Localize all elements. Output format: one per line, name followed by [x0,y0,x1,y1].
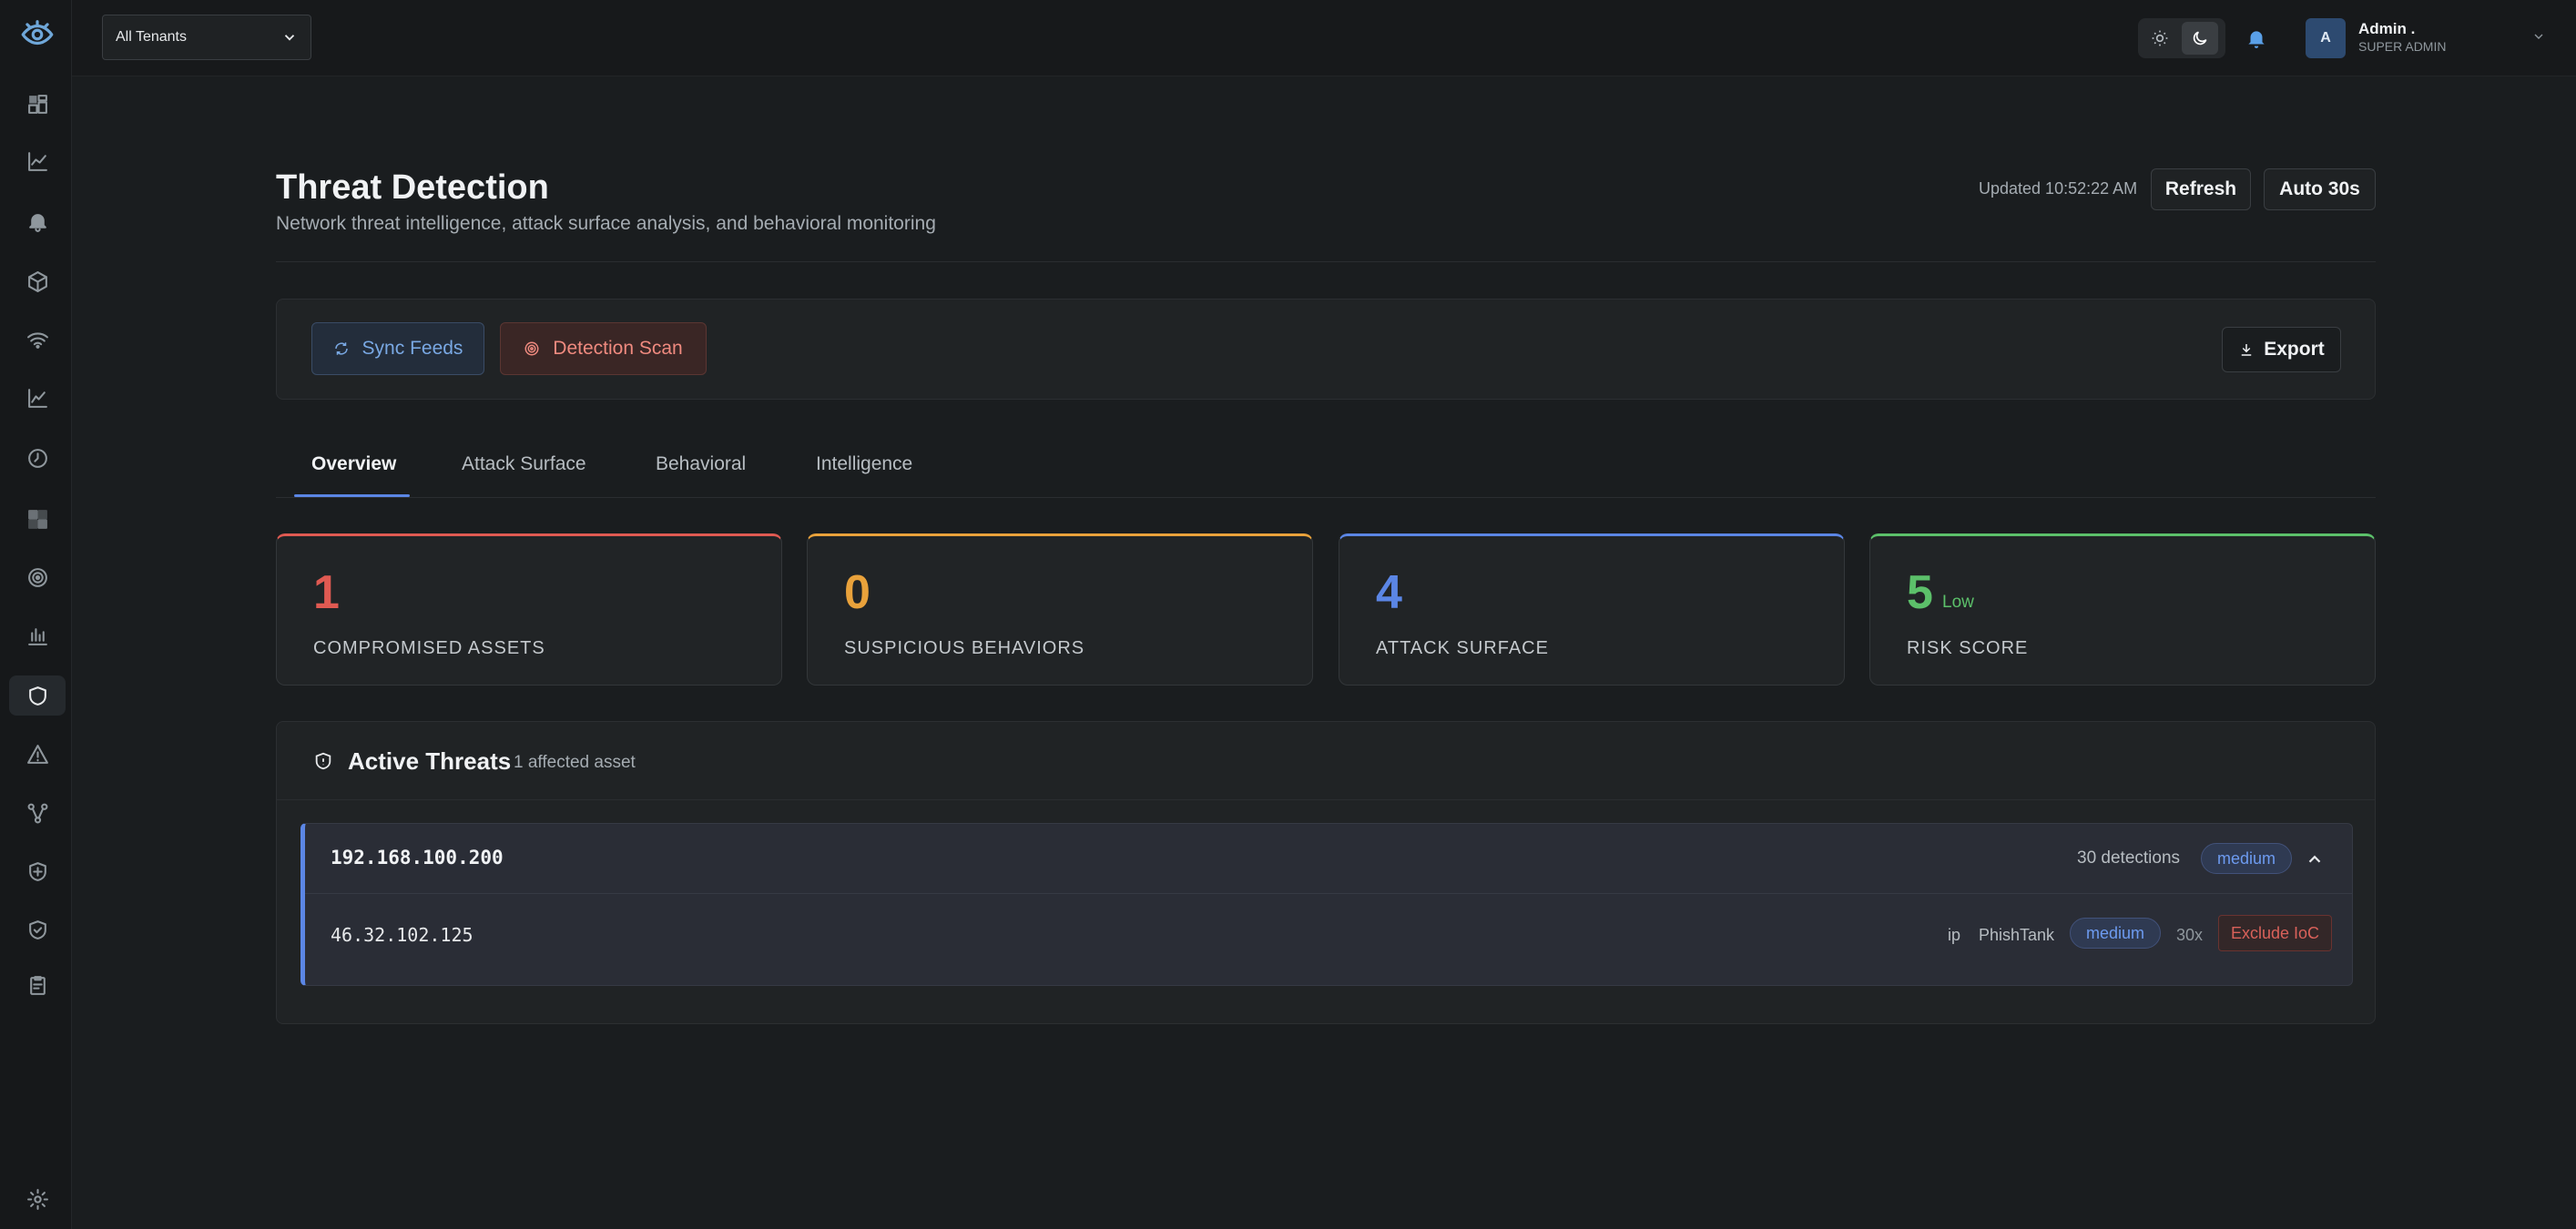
sync-icon [334,342,348,355]
page-title: Threat Detection [276,168,549,207]
page-subtitle: Network threat intelligence, attack surf… [276,213,936,234]
stat-card-compromised-assets[interactable]: 1 COMPROMISED ASSETS [276,533,782,686]
dark-mode-moon-icon[interactable] [2182,22,2218,55]
topology-nodes-icon[interactable] [9,793,66,833]
stat-value: 5 [1907,566,1933,619]
ioc-severity-badge: medium [2070,918,2161,949]
stat-value: 4 [1376,566,1402,619]
stat-card-risk-score[interactable]: 5 Low RISK SCORE [1869,533,2376,686]
export-label: Export [2264,339,2325,360]
sidebar [0,0,72,1229]
avatar[interactable]: A [2306,18,2346,58]
ioc-type: ip [1948,926,1961,944]
user-name[interactable]: Admin . [2358,20,2415,38]
tenant-select-value: All Tenants [116,29,187,45]
stat-value: 1 [313,566,340,619]
stat-label: COMPROMISED ASSETS [313,638,545,658]
header-divider [276,261,2376,262]
chevron-down-icon [284,35,295,41]
asset-row-divider [305,893,2352,894]
last-updated-text: Updated 10:52:22 AM [1979,179,2138,198]
threat-detection-shield-icon[interactable] [9,675,66,716]
user-menu-chevron-icon[interactable] [2531,29,2546,44]
stat-value: 0 [844,566,871,619]
tenant-select[interactable]: All Tenants [102,15,311,60]
light-mode-sun-icon[interactable] [2142,22,2178,55]
stat-card-suspicious-behaviors[interactable]: 0 SUSPICIOUS BEHAVIORS [807,533,1313,686]
dashboard-icon[interactable] [9,84,66,124]
security-policy-shield-icon[interactable] [9,851,66,891]
sync-feeds-button[interactable]: Sync Feeds [311,322,484,375]
alerts-bell-icon[interactable] [9,201,66,241]
warning-triangle-icon[interactable] [9,734,66,774]
stat-label: RISK SCORE [1907,638,2029,658]
shield-alert-icon [315,752,331,770]
detection-scan-button[interactable]: Detection Scan [500,322,707,375]
threats-header-divider [277,799,2375,800]
theme-toggle [2138,18,2225,58]
detection-scan-label: Detection Scan [553,338,683,359]
target-icon [524,341,539,356]
threat-asset-card[interactable]: 192.168.100.200 30 detections medium 46.… [300,823,2353,986]
exclude-ioc-button[interactable]: Exclude IoC [2218,915,2332,951]
tab-overview[interactable]: Overview [311,453,396,475]
affected-asset-count: 1 affected asset [514,753,636,772]
chevron-up-icon[interactable] [2305,849,2325,869]
stat-label: SUSPICIOUS BEHAVIORS [844,638,1085,658]
stat-card-attack-surface[interactable]: 4 ATTACK SURFACE [1339,533,1845,686]
radar-target-icon[interactable] [9,557,66,597]
tab-attack-surface[interactable]: Attack Surface [462,453,586,475]
download-icon [2241,344,2252,356]
compliance-shield-check-icon[interactable] [9,909,66,950]
sync-feeds-label: Sync Feeds [361,338,463,359]
export-button[interactable]: Export [2222,327,2341,372]
action-bar: Sync Feeds Detection Scan Export [276,299,2376,400]
auto-refresh-button[interactable]: Auto 30s [2264,168,2376,210]
severity-badge: medium [2201,843,2292,874]
ioc-ip: 46.32.102.125 [331,924,473,946]
active-threats-title: Active Threats [348,747,512,775]
history-clock-icon[interactable] [9,438,66,478]
settings-gear-icon[interactable] [9,1179,66,1219]
notifications-bell-icon[interactable] [2238,20,2275,56]
analytics-icon[interactable] [9,141,66,181]
risk-level-text: Low [1942,593,1974,612]
reports-bar-chart-icon[interactable] [9,615,66,655]
ioc-source: PhishTank [1979,926,2055,944]
eye-logo-icon[interactable] [9,15,66,55]
assets-cube-icon[interactable] [9,261,66,301]
refresh-button[interactable]: Refresh [2151,168,2251,210]
stat-label: ATTACK SURFACE [1376,638,1549,658]
asset-ip: 192.168.100.200 [331,847,504,868]
active-threats-panel: Active Threats 1 affected asset 192.168.… [276,721,2376,1024]
tab-intelligence[interactable]: Intelligence [816,453,912,475]
ioc-hit-count: 30x [2176,926,2204,944]
tabs-divider [276,497,2376,498]
asset-detection-count: 30 detections [2077,848,2181,868]
user-role: SUPER ADMIN [2358,39,2447,54]
audit-clipboard-icon[interactable] [9,965,66,1005]
network-wifi-icon[interactable] [9,320,66,360]
trends-chart-icon[interactable] [9,378,66,418]
tab-behavioral[interactable]: Behavioral [656,453,746,475]
apps-grid-icon[interactable] [9,499,66,539]
